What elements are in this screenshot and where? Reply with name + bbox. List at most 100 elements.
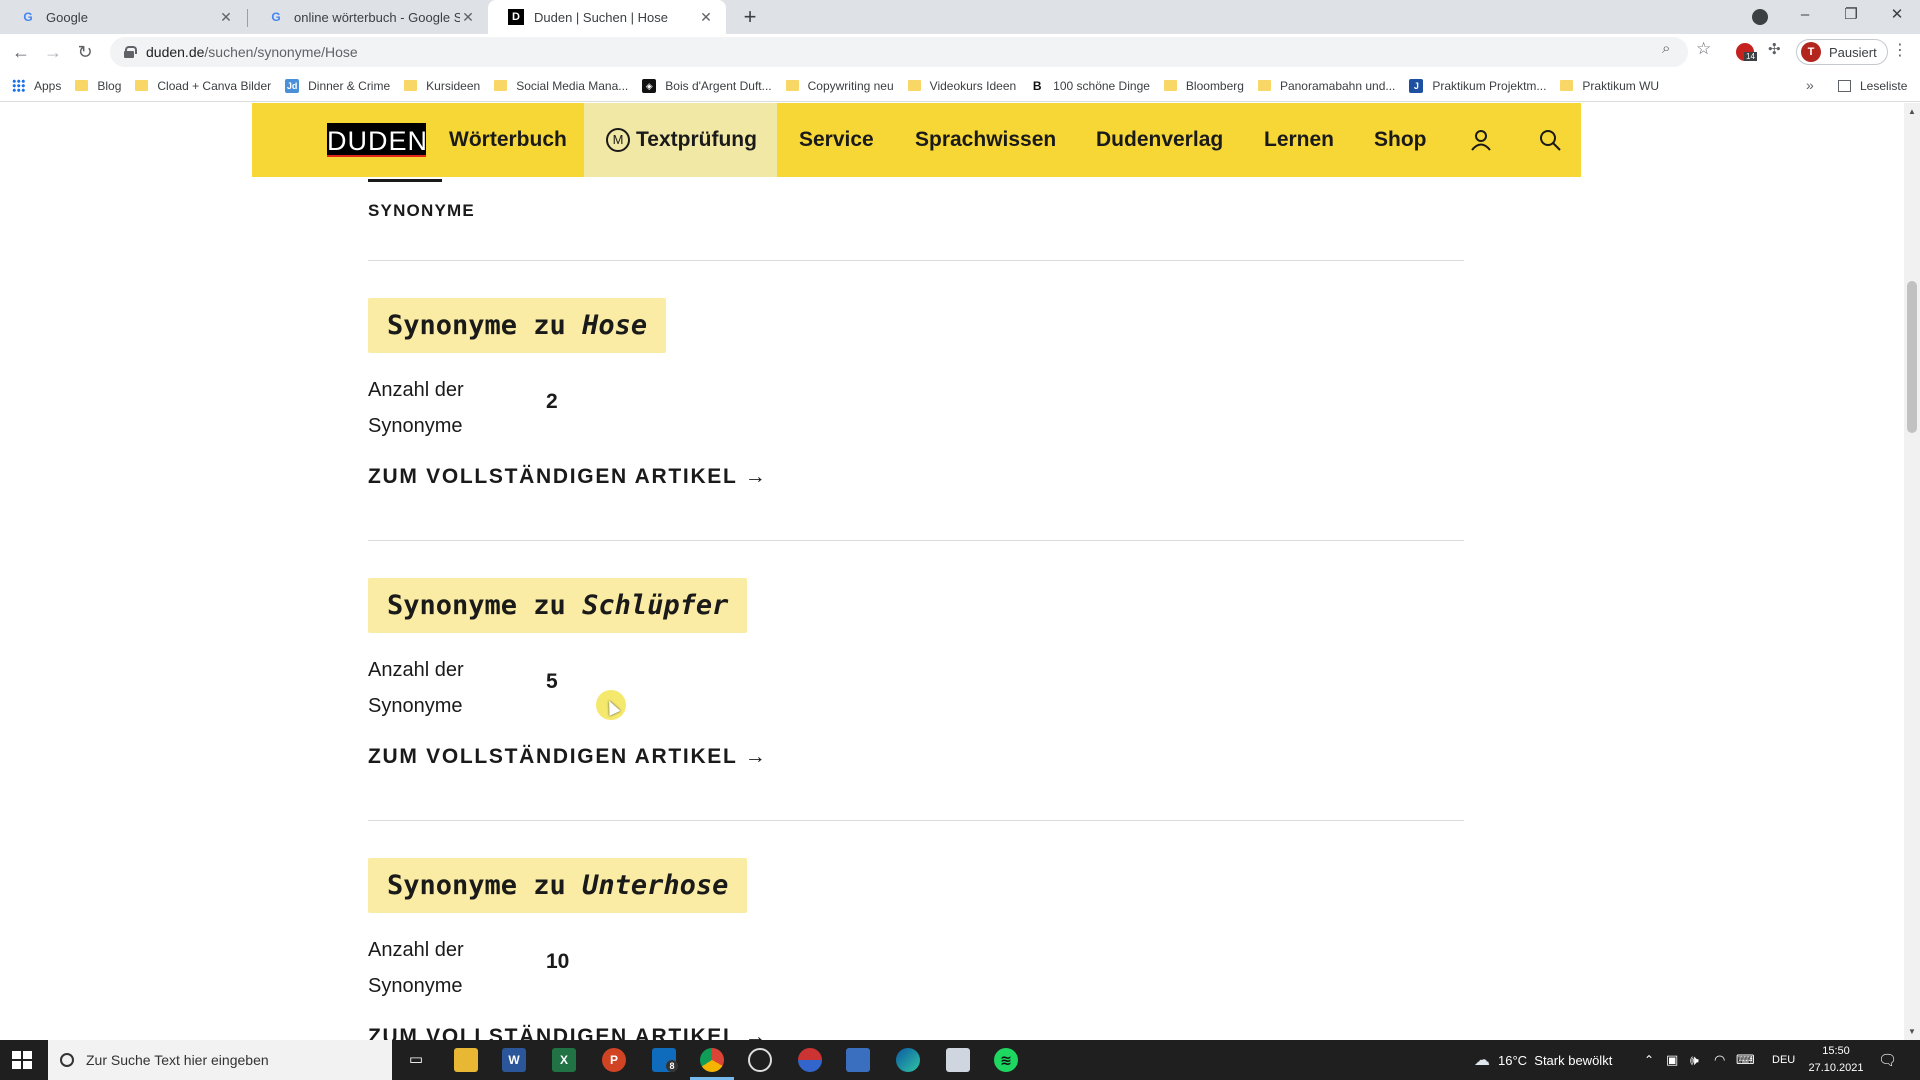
bookmark-star-icon[interactable]: ☆ xyxy=(1696,39,1711,59)
network-icon[interactable]: ◠ xyxy=(1714,1040,1725,1080)
profile-button[interactable]: T Pausiert xyxy=(1796,39,1888,65)
synonym-count: 5 xyxy=(546,670,558,693)
site-icon: Jd xyxy=(285,78,300,93)
snipping-tool-icon[interactable] xyxy=(846,1048,870,1072)
browser-tab-strip: G Google ✕ G online wörterbuch - Google … xyxy=(0,0,1920,34)
section-label: SYNONYME xyxy=(368,201,475,220)
bookmark-videokurs[interactable]: Videokurs Ideen xyxy=(907,79,1016,93)
volume-icon[interactable]: 🕪 xyxy=(1690,1040,1699,1080)
restore-button[interactable]: ❐ xyxy=(1828,0,1874,34)
bookmark-copywriting[interactable]: Copywriting neu xyxy=(785,79,894,93)
search-icon[interactable] xyxy=(1537,127,1563,153)
nav-textpruefung[interactable]: M Textprüfung xyxy=(584,103,777,177)
synonym-result: Synonyme zu Schlüpfer Anzahl der Synonym… xyxy=(368,578,1464,769)
nav-woerterbuch[interactable]: Wörterbuch xyxy=(449,103,567,177)
app-icon[interactable] xyxy=(798,1048,822,1072)
bookmark-praktikum-projekt[interactable]: J Praktikum Projektm... xyxy=(1409,78,1546,93)
bookmark-cload-canva[interactable]: Cload + Canva Bilder xyxy=(135,79,271,93)
scroll-up-icon[interactable]: ▲ xyxy=(1908,107,1916,116)
synonym-heading[interactable]: Synonyme zu Schlüpfer xyxy=(368,578,748,633)
bookmark-bloomberg[interactable]: Bloomberg xyxy=(1163,79,1244,93)
reading-list-button[interactable]: Leseliste xyxy=(1838,70,1907,102)
meet-now-icon[interactable]: ▣ xyxy=(1666,1040,1678,1080)
edge-icon[interactable] xyxy=(896,1048,920,1072)
nav-service[interactable]: Service xyxy=(799,103,874,177)
folder-icon xyxy=(1257,80,1271,91)
synonym-heading[interactable]: Synonyme zu Hose xyxy=(368,298,667,353)
bookmark-apps[interactable]: Apps xyxy=(12,79,61,93)
taskbar-search-input[interactable]: Zur Suche Text hier eingeben xyxy=(48,1040,392,1080)
weather-widget[interactable]: ☁ 16°C Stark bewölkt xyxy=(1474,1040,1612,1080)
nav-dudenverlag[interactable]: Dudenverlag xyxy=(1096,103,1223,177)
mail-icon[interactable]: 8 xyxy=(652,1048,678,1072)
bookmark-bois-dargent[interactable]: ◈ Bois d'Argent Duft... xyxy=(642,78,772,93)
full-article-link[interactable]: ZUM VOLLSTÄNDIGEN ARTIKEL → xyxy=(368,465,1464,489)
language-indicator[interactable]: DEU xyxy=(1772,1040,1795,1080)
tab-google-search[interactable]: G online wörterbuch - Google Such ✕ xyxy=(248,0,488,34)
menu-icon[interactable]: ⋮ xyxy=(1892,40,1908,60)
bookmark-100-dinge[interactable]: B 100 schöne Dinge xyxy=(1030,78,1150,93)
tab-duden[interactable]: D Duden | Suchen | Hose ✕ xyxy=(488,0,726,34)
minimize-button[interactable]: – xyxy=(1782,0,1828,34)
zoom-icon[interactable]: ⌕ xyxy=(1662,40,1670,57)
synonym-heading[interactable]: Synonyme zu Unterhose xyxy=(368,858,748,913)
bookmarks-bar: Apps Blog Cload + Canva Bilder Jd Dinner … xyxy=(0,70,1920,102)
tray-chevron-icon[interactable]: ⌃ xyxy=(1644,1040,1654,1080)
scroll-down-icon[interactable]: ▼ xyxy=(1908,1027,1916,1036)
word-icon[interactable]: W xyxy=(502,1048,526,1072)
chrome-icon[interactable] xyxy=(700,1048,724,1072)
obs-icon[interactable] xyxy=(748,1048,772,1072)
synonym-count: 2 xyxy=(546,390,558,413)
bookmark-praktikum-wu[interactable]: Praktikum WU xyxy=(1560,79,1659,93)
synonym-result: Synonyme zu Hose Anzahl der Synonyme 2 Z… xyxy=(368,298,1464,489)
tab-search-icon[interactable] xyxy=(1752,9,1768,25)
nav-shop[interactable]: Shop xyxy=(1374,103,1427,177)
file-explorer-icon[interactable] xyxy=(454,1048,478,1072)
reload-icon[interactable]: ↻ xyxy=(72,39,98,65)
spotify-icon[interactable]: ≋ xyxy=(994,1048,1018,1072)
more-bookmarks-icon[interactable]: » xyxy=(1806,77,1814,93)
user-icon[interactable] xyxy=(1468,127,1494,153)
nav-sprachwissen[interactable]: Sprachwissen xyxy=(915,103,1056,177)
bookmark-social-media[interactable]: Social Media Mana... xyxy=(494,79,628,93)
back-icon[interactable]: ← xyxy=(8,39,34,65)
puzzle-icon[interactable]: ✣ xyxy=(1768,40,1781,58)
duden-logo[interactable]: DUDEN xyxy=(327,123,427,159)
bookmark-dinner-crime[interactable]: Jd Dinner & Crime xyxy=(285,78,390,93)
close-icon[interactable]: ✕ xyxy=(698,9,714,25)
notifications-icon[interactable]: 🗨 xyxy=(1878,1040,1897,1080)
excel-icon[interactable]: X xyxy=(552,1048,576,1072)
task-view-icon[interactable]: ▭ xyxy=(404,1048,428,1072)
page-viewport: DUDEN Wörterbuch M Textprüfung Service S… xyxy=(0,103,1904,1040)
folder-icon xyxy=(404,80,418,91)
clock[interactable]: 15:50 27.10.2021 xyxy=(1800,1043,1872,1077)
forward-icon[interactable]: → xyxy=(40,39,66,65)
page-scrollbar[interactable]: ▲ ▼ xyxy=(1904,103,1920,1040)
keyboard-icon[interactable]: ⌨ xyxy=(1736,1040,1755,1080)
close-icon[interactable]: ✕ xyxy=(218,9,234,25)
windows-start-icon[interactable] xyxy=(12,1051,32,1069)
bookmark-panoramabahn[interactable]: Panoramabahn und... xyxy=(1257,79,1395,93)
notepad-icon[interactable] xyxy=(946,1048,970,1072)
medal-icon: M xyxy=(606,128,630,152)
window-close-button[interactable]: ✕ xyxy=(1874,0,1920,34)
close-icon[interactable]: ✕ xyxy=(460,9,476,25)
full-article-link[interactable]: ZUM VOLLSTÄNDIGEN ARTIKEL → xyxy=(368,1025,1464,1040)
synonym-count-row: Anzahl der Synonyme 2 xyxy=(368,372,1464,444)
url-host: duden.de xyxy=(146,44,205,60)
divider xyxy=(368,260,1464,261)
scrollbar-thumb[interactable] xyxy=(1907,281,1917,433)
duden-icon: D xyxy=(508,9,524,25)
address-bar[interactable]: duden.de/suchen/synonyme/Hose xyxy=(110,37,1688,67)
bookmark-blog[interactable]: Blog xyxy=(75,79,121,93)
synonym-result: Synonyme zu Unterhose Anzahl der Synonym… xyxy=(368,858,1464,1040)
bookmark-kursideen[interactable]: Kursideen xyxy=(404,79,480,93)
synonym-count-row: Anzahl der Synonyme 5 xyxy=(368,652,1464,724)
new-tab-button[interactable]: + xyxy=(737,4,763,30)
synonym-count-label: Anzahl der Synonyme xyxy=(368,939,464,997)
powerpoint-icon[interactable]: P xyxy=(602,1048,626,1072)
nav-lernen[interactable]: Lernen xyxy=(1264,103,1334,177)
full-article-link[interactable]: ZUM VOLLSTÄNDIGEN ARTIKEL → xyxy=(368,745,1464,769)
extension-icon[interactable]: 14 xyxy=(1736,43,1757,61)
tab-google[interactable]: G Google ✕ xyxy=(0,0,246,34)
